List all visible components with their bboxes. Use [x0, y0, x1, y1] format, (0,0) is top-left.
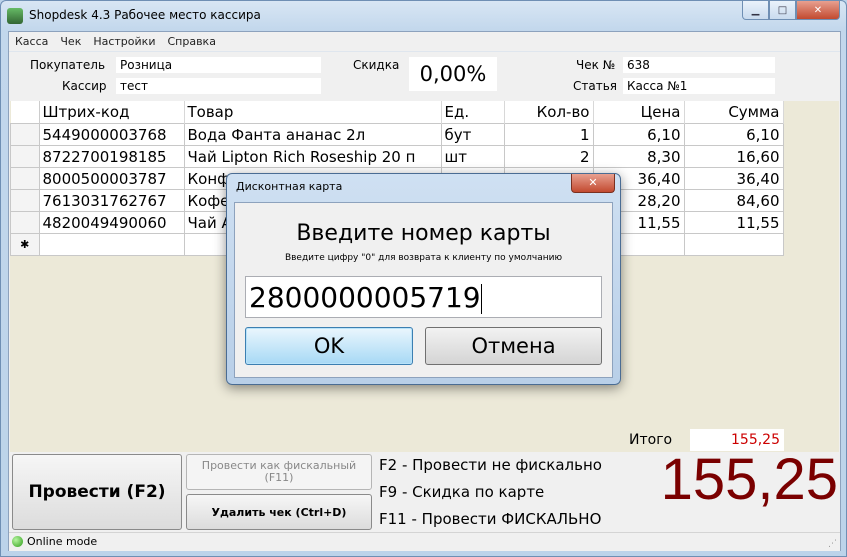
ok-button[interactable]: OK [245, 327, 413, 365]
row-selector[interactable] [10, 123, 40, 146]
new-row-cell[interactable] [38, 233, 185, 256]
cell-unit[interactable]: шт [440, 145, 505, 168]
buyer-field[interactable]: Розница [116, 57, 321, 73]
big-total-display: 155,25 [660, 447, 838, 512]
delete-check-button[interactable]: Удалить чек (Ctrl+D) [186, 494, 372, 530]
col-barcode[interactable]: Штрих-код [39, 101, 185, 124]
card-number-value: 2800000005719 [249, 281, 481, 314]
new-row-marker: ✱ [10, 233, 40, 256]
row-selector-header [10, 101, 40, 124]
cell-sum[interactable]: 84,60 [683, 189, 784, 212]
discount-label: Скидка [353, 58, 400, 72]
article-field[interactable]: Касса №1 [623, 78, 775, 94]
discount-field: 0,00% [409, 57, 497, 91]
dialog-heading: Введите номер карты [296, 221, 551, 246]
col-unit[interactable]: Ед. [441, 101, 505, 124]
hint-f2: F2 - Провести не фискально [379, 456, 602, 474]
hint-f9: F9 - Скидка по карте [379, 483, 545, 501]
resize-grip-icon[interactable]: ⋰ [828, 539, 838, 549]
cell-product[interactable]: Чай Lipton Rich Roseship 20 п [183, 145, 442, 168]
online-status-icon [12, 536, 23, 547]
minimize-button[interactable]: ▁ [742, 1, 769, 20]
cell-price[interactable]: 8,30 [592, 145, 685, 168]
title-bar[interactable]: Shopdesk 4.3 Рабочее место кассира ▁ □ ✕ [1, 1, 846, 31]
post-button[interactable]: Провести (F2) [12, 454, 182, 530]
row-selector[interactable] [10, 189, 40, 212]
check-number-field: 638 [623, 57, 775, 73]
row-selector[interactable] [10, 211, 40, 234]
hint-f11: F11 - Провести ФИСКАЛЬНО [379, 510, 602, 528]
cancel-button[interactable]: Отмена [425, 327, 602, 365]
maximize-button[interactable]: □ [769, 1, 796, 20]
cell-quantity[interactable]: 1 [503, 123, 594, 146]
buyer-label: Покупатель [30, 58, 106, 72]
cell-barcode[interactable]: 7613031762767 [38, 189, 185, 212]
article-label: Статья [573, 79, 618, 93]
dialog-subtitle: Введите цифру "0" для возврата к клиенту… [284, 253, 563, 263]
cell-sum[interactable]: 16,60 [683, 145, 784, 168]
cell-price[interactable]: 6,10 [592, 123, 685, 146]
menu-kassa[interactable]: Касса [9, 35, 54, 48]
close-button[interactable]: ✕ [796, 1, 840, 20]
row-selector[interactable] [10, 145, 40, 168]
cell-sum[interactable]: 11,55 [683, 211, 784, 234]
text-caret [480, 284, 482, 314]
col-price[interactable]: Цена [593, 101, 685, 124]
check-number-label: Чек № [576, 58, 616, 72]
status-mode: Online mode [27, 535, 98, 548]
cell-barcode[interactable]: 5449000003768 [38, 123, 185, 146]
post-fiscal-button: Провести как фискальный (F11) [186, 454, 372, 490]
cell-barcode[interactable]: 4820049490060 [38, 211, 185, 234]
menu-check[interactable]: Чек [54, 35, 87, 48]
window-title: Shopdesk 4.3 Рабочее место кассира [29, 8, 261, 22]
cell-sum[interactable]: 6,10 [683, 123, 784, 146]
dialog-body: Введите номер карты Введите цифру "0" дл… [234, 202, 613, 378]
cashier-field[interactable]: тест [116, 78, 321, 94]
row-selector[interactable] [10, 167, 40, 190]
card-number-input[interactable]: 2800000005719 [245, 276, 602, 318]
menu-bar: Касса Чек Настройки Справка [9, 32, 840, 52]
cell-barcode[interactable]: 8722700198185 [38, 145, 185, 168]
new-row-cell[interactable] [683, 233, 784, 256]
action-panel: Провести (F2) Провести как фискальный (F… [9, 447, 840, 532]
col-sum[interactable]: Сумма [684, 101, 784, 124]
cell-sum[interactable]: 36,40 [683, 167, 784, 190]
cell-product[interactable]: Вода Фанта ананас 2л [183, 123, 442, 146]
dialog-title: Дисконтная карта [236, 180, 343, 193]
col-quantity[interactable]: Кол-во [504, 101, 594, 124]
col-product[interactable]: Товар [184, 101, 442, 124]
cell-barcode[interactable]: 8000500003787 [38, 167, 185, 190]
menu-settings[interactable]: Настройки [87, 35, 161, 48]
cell-quantity[interactable]: 2 [503, 145, 594, 168]
table-row[interactable]: 5449000003768 Вода Фанта ананас 2л бут 1… [10, 123, 784, 146]
menu-help[interactable]: Справка [161, 35, 221, 48]
app-icon [7, 8, 23, 24]
discount-card-dialog: Дисконтная карта ✕ Введите номер карты В… [226, 173, 621, 385]
dialog-close-button[interactable]: ✕ [571, 174, 615, 193]
cell-unit[interactable]: бут [440, 123, 505, 146]
cashier-label: Кассир [62, 79, 107, 93]
table-row[interactable]: 8722700198185 Чай Lipton Rich Roseship 2… [10, 145, 784, 168]
status-bar: Online mode ⋰ [9, 532, 840, 551]
